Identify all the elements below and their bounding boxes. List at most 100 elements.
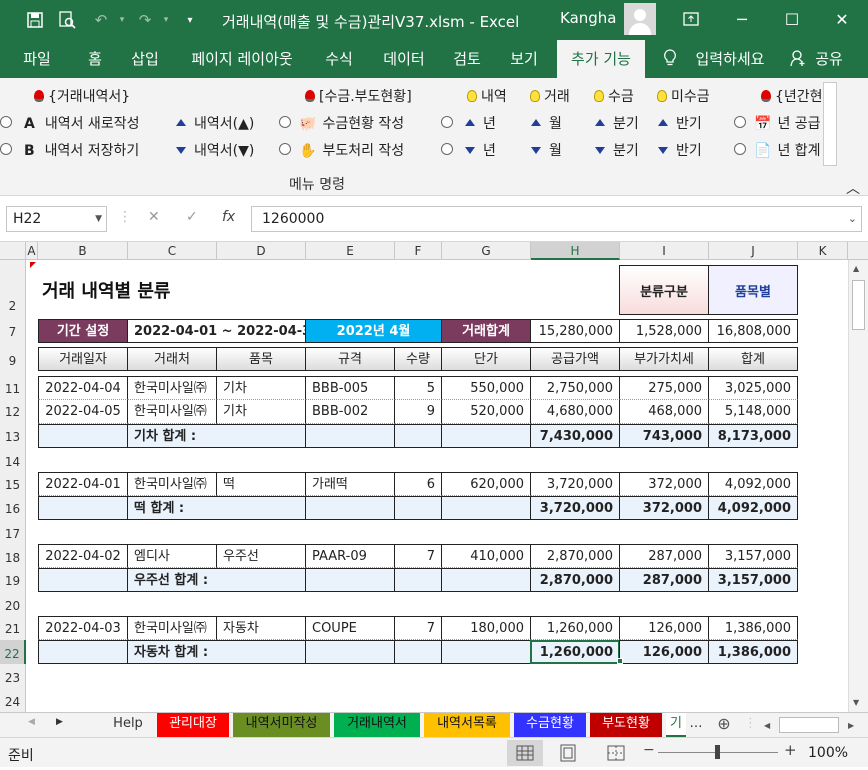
group-sum-empty[interactable]: [441, 568, 531, 592]
cell-spec[interactable]: BBB-005: [305, 376, 395, 400]
cell-total[interactable]: 1,386,000: [708, 616, 798, 640]
row-header-2[interactable]: 2: [0, 260, 26, 318]
sheet-tab-ledger[interactable]: 관리대장: [157, 713, 229, 737]
formula-input[interactable]: 1260000 ⌄: [251, 206, 862, 232]
tab-add-ins[interactable]: 추가 기능: [557, 40, 645, 78]
col-header-i[interactable]: I: [620, 242, 709, 260]
cell-client[interactable]: 한국미사일㈜: [127, 616, 217, 640]
group-sum-total[interactable]: 3,157,000: [708, 568, 798, 592]
group-sum-empty[interactable]: [38, 496, 128, 520]
redo-dropdown-icon[interactable]: ▾: [154, 8, 178, 32]
row-header-7[interactable]: 7: [0, 318, 26, 342]
row-header-21[interactable]: 21: [0, 616, 26, 640]
row-header-14[interactable]: 14: [0, 448, 26, 472]
group-sum-label[interactable]: 우주선 합계 :: [127, 568, 306, 592]
col-header-e[interactable]: E: [306, 242, 395, 260]
group-sum-total[interactable]: 4,092,000: [708, 496, 798, 520]
cell-item[interactable]: 기차: [216, 400, 306, 424]
row-header-20[interactable]: 20: [0, 592, 26, 616]
group-sum-empty[interactable]: [38, 424, 128, 448]
col-header-f[interactable]: F: [395, 242, 442, 260]
cell-qty[interactable]: 9: [394, 400, 442, 424]
classification-value-button[interactable]: 품목별: [708, 265, 798, 315]
period-range[interactable]: 2022-04-01 ~ 2022-04-30: [128, 319, 306, 343]
bulb-history[interactable]: 내역: [467, 88, 507, 106]
cell-price[interactable]: 620,000: [441, 472, 531, 496]
sheet-tab-active[interactable]: 기: [666, 713, 686, 737]
scroll-up-icon[interactable]: ▲: [853, 264, 859, 273]
cell-price[interactable]: 410,000: [441, 544, 531, 568]
zoom-level[interactable]: 100%: [808, 745, 848, 761]
cell-price[interactable]: 520,000: [441, 400, 531, 424]
tab-scroll-left-icon[interactable]: ◀: [28, 717, 35, 727]
group-sum-empty[interactable]: [38, 640, 128, 664]
tab-view[interactable]: 보기: [502, 40, 546, 78]
row-header-22[interactable]: 22: [0, 640, 26, 664]
group-sum-empty[interactable]: [394, 640, 442, 664]
cell-client[interactable]: 엠디사: [127, 544, 217, 568]
cell-total[interactable]: 3,025,000: [708, 376, 798, 400]
cancel-icon[interactable]: ✕: [148, 209, 160, 225]
radio-new-statement[interactable]: A 내역서 새로작성: [0, 115, 139, 133]
sheet-tab-collection[interactable]: 수금현황: [514, 713, 586, 737]
cell-date[interactable]: 2022-04-02: [38, 544, 128, 568]
row-header-16[interactable]: 16: [0, 496, 26, 520]
group-sum-empty[interactable]: [38, 568, 128, 592]
col-header-c[interactable]: C: [128, 242, 217, 260]
user-name[interactable]: Kangha: [560, 9, 617, 27]
scroll-thumb[interactable]: [852, 280, 865, 330]
period-month[interactable]: 2022년 4월: [306, 319, 442, 343]
undo-dropdown-icon[interactable]: ▾: [110, 8, 134, 32]
row-header-11[interactable]: 11: [0, 376, 26, 400]
hscroll-right-icon[interactable]: ▶: [848, 721, 854, 730]
group-sum-supply[interactable]: 7,430,000: [530, 424, 620, 448]
avatar[interactable]: [624, 3, 656, 35]
sheet-tab-bounce[interactable]: 부도현황: [590, 713, 662, 737]
name-box[interactable]: H22 ▼: [6, 206, 107, 232]
cell-spec[interactable]: PAAR-09: [305, 544, 395, 568]
half-up[interactable]: 반기: [658, 115, 702, 133]
col-header-k[interactable]: K: [798, 242, 848, 260]
tab-scroll-right-icon[interactable]: ▶: [56, 717, 63, 727]
cell-total[interactable]: 3,157,000: [708, 544, 798, 568]
cell-date[interactable]: 2022-04-01: [38, 472, 128, 496]
group-sum-empty[interactable]: [441, 496, 531, 520]
quarter-down[interactable]: 분기: [595, 142, 639, 160]
row-header-23[interactable]: 23: [0, 664, 26, 688]
print-preview-icon[interactable]: [55, 8, 79, 32]
cell-spec[interactable]: BBB-002: [305, 400, 395, 424]
zoom-in-icon[interactable]: +: [784, 741, 797, 759]
cell-qty[interactable]: 6: [394, 472, 442, 496]
bulb-collect[interactable]: 수금: [594, 88, 634, 106]
cell-supply[interactable]: 2,870,000: [530, 544, 620, 568]
row-header-18[interactable]: 18: [0, 544, 26, 568]
row-header-15[interactable]: 15: [0, 472, 26, 496]
cell-price[interactable]: 180,000: [441, 616, 531, 640]
year-up[interactable]: 년: [441, 115, 496, 133]
tab-review[interactable]: 검토: [446, 40, 488, 78]
statement-down-button[interactable]: 내역서(▼): [176, 142, 254, 160]
cell-date[interactable]: 2022-04-05: [38, 400, 128, 424]
cell-vat[interactable]: 126,000: [619, 616, 709, 640]
cell-qty[interactable]: 7: [394, 544, 442, 568]
vertical-scrollbar[interactable]: ▲ ▼: [848, 260, 868, 712]
maximize-icon[interactable]: ☐: [777, 6, 807, 32]
cell-spec[interactable]: COUPE: [305, 616, 395, 640]
group-sum-label[interactable]: 자동차 합계 :: [127, 640, 306, 664]
group-sum-empty[interactable]: [394, 568, 442, 592]
tab-home[interactable]: 홈: [80, 40, 110, 78]
hscroll-left-icon[interactable]: ◀: [764, 721, 770, 730]
classification-label-button[interactable]: 분류구분: [619, 265, 709, 315]
radio-save-statement[interactable]: B 내역서 저장하기: [0, 142, 139, 160]
cell-date[interactable]: 2022-04-03: [38, 616, 128, 640]
cell-total[interactable]: 4,092,000: [708, 472, 798, 496]
group-sum-supply[interactable]: 3,720,000: [530, 496, 620, 520]
cell-vat[interactable]: 287,000: [619, 544, 709, 568]
group-sum-vat[interactable]: 372,000: [619, 496, 709, 520]
cell-date[interactable]: 2022-04-04: [38, 376, 128, 400]
ribbon-display-icon[interactable]: [676, 6, 706, 32]
annual-supply-button[interactable]: 📅 년 공급: [734, 115, 821, 133]
cell-item[interactable]: 떡: [216, 472, 306, 496]
insert-function-icon[interactable]: fx: [222, 209, 235, 225]
cell-supply[interactable]: 2,750,000: [530, 376, 620, 400]
